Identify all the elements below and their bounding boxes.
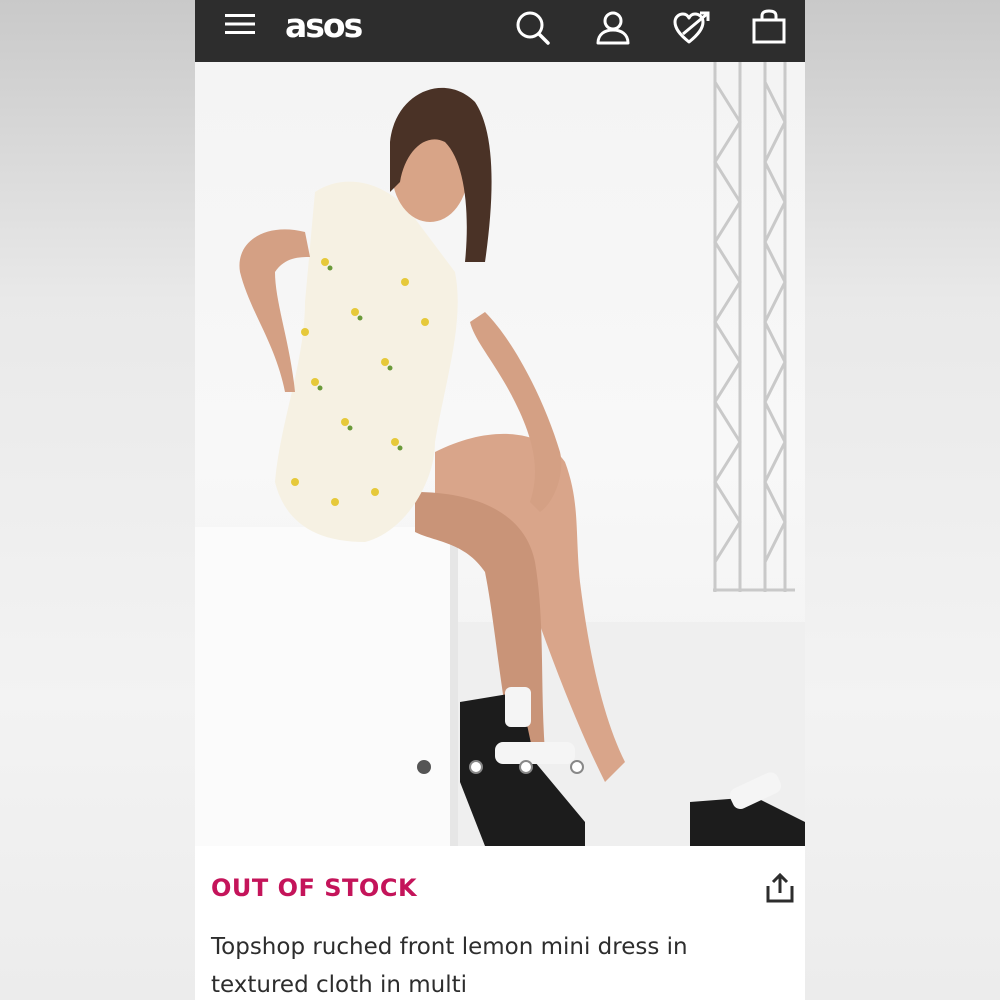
product-title: Topshop ruched front lemon mini dress in… xyxy=(211,928,751,1000)
background-left xyxy=(0,0,195,1000)
carousel-dot-1[interactable] xyxy=(417,760,431,774)
stock-status: OUT OF STOCK xyxy=(211,874,418,902)
app-screen: asos OUT OF STOCK Topshop ruched front l… xyxy=(195,0,805,1000)
carousel-dot-4[interactable] xyxy=(570,760,584,774)
top-navigation-bar: asos xyxy=(195,0,805,62)
shopping-bag-icon[interactable] xyxy=(751,9,787,45)
background-right xyxy=(805,0,1000,1000)
carousel-dot-3[interactable] xyxy=(519,760,533,774)
product-photo xyxy=(195,62,805,846)
asos-logo[interactable]: asos xyxy=(285,6,363,45)
product-title-line-2: textured cloth in multi xyxy=(211,972,468,998)
carousel-dot-2[interactable] xyxy=(469,760,483,774)
product-info: OUT OF STOCK Topshop ruched front lemon … xyxy=(195,846,805,1000)
carousel-indicator xyxy=(195,760,805,780)
product-image[interactable] xyxy=(195,62,805,846)
search-icon[interactable] xyxy=(515,10,551,46)
share-icon[interactable] xyxy=(765,872,795,904)
product-title-line-1: Topshop ruched front lemon mini dress in xyxy=(211,934,688,960)
heart-icon[interactable] xyxy=(673,10,713,46)
hamburger-menu-icon[interactable] xyxy=(225,12,257,36)
user-icon[interactable] xyxy=(595,10,631,46)
